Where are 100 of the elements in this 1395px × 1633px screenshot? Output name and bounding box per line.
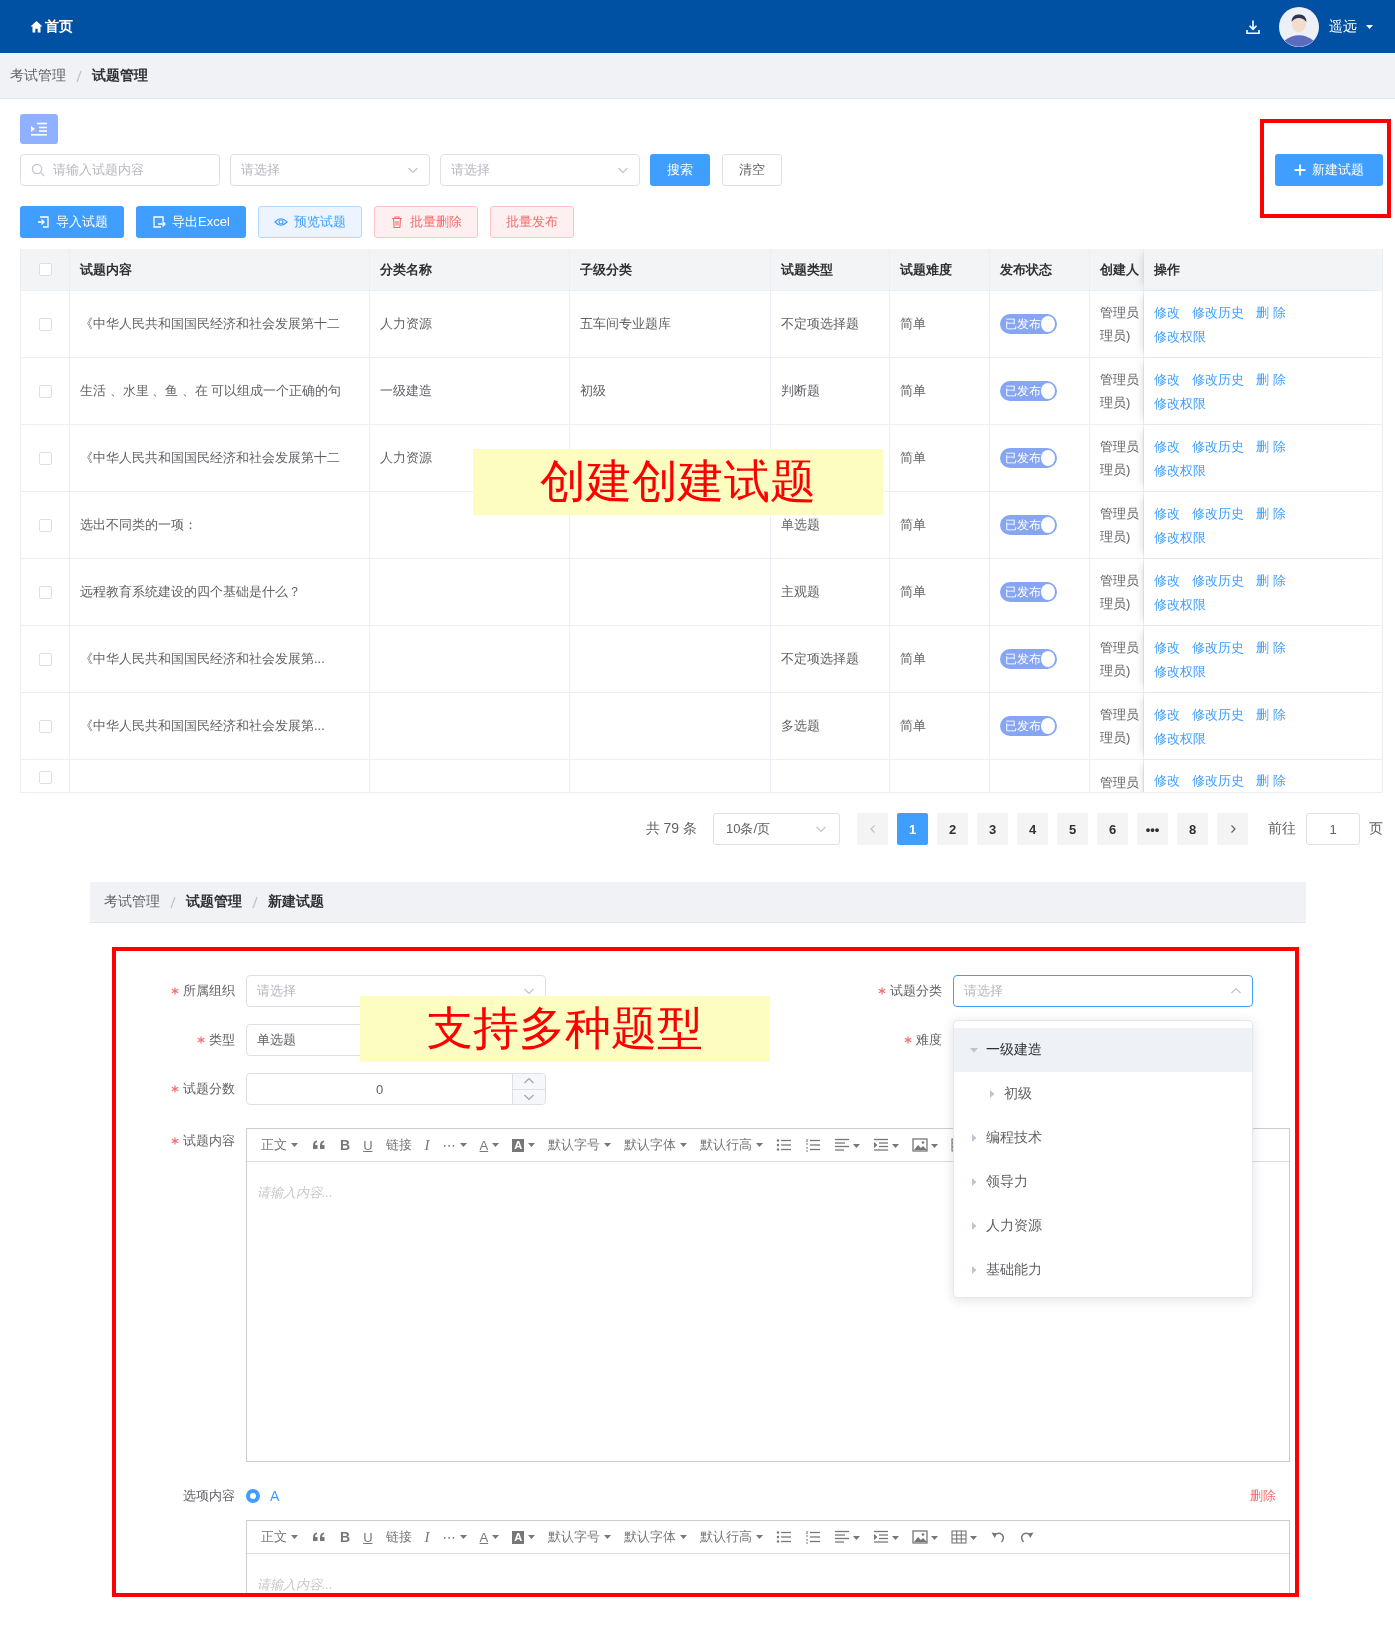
radio-button[interactable] bbox=[246, 1489, 260, 1503]
page-button[interactable]: ••• bbox=[1137, 813, 1168, 845]
action-link[interactable]: 修改权限 bbox=[1154, 460, 1206, 480]
page-button[interactable]: 4 bbox=[1017, 813, 1048, 845]
action-link[interactable]: 修改历史 bbox=[1192, 771, 1244, 790]
action-link[interactable]: 修改历史 bbox=[1192, 570, 1244, 590]
page-button[interactable]: 6 bbox=[1097, 813, 1128, 845]
delete-link[interactable]: 删除 bbox=[1250, 1487, 1276, 1505]
action-link[interactable]: 修改 bbox=[1154, 436, 1180, 456]
action-link[interactable]: 修改 bbox=[1154, 302, 1180, 322]
action-link[interactable]: 修改历史 bbox=[1192, 503, 1244, 523]
numbered-list-icon[interactable] bbox=[805, 1137, 822, 1153]
select-field[interactable]: 请选择 bbox=[230, 154, 430, 186]
indent-icon[interactable] bbox=[873, 1137, 900, 1153]
page-size-select[interactable]: 10条/页 bbox=[713, 813, 840, 845]
tree-item[interactable]: 基础能力 bbox=[954, 1248, 1252, 1292]
action-link[interactable]: 删 除 bbox=[1256, 302, 1286, 322]
action-link[interactable]: 修改权限 bbox=[1154, 728, 1206, 748]
batch-button[interactable]: 批量删除 bbox=[373, 206, 478, 238]
indent-icon[interactable] bbox=[873, 1529, 900, 1545]
toolbar-dropdown[interactable]: 默认字号 bbox=[548, 1136, 612, 1154]
select-field[interactable]: 请选择 bbox=[440, 154, 640, 186]
tree-item[interactable]: 人力资源 bbox=[954, 1204, 1252, 1248]
action-link[interactable]: 修改权限 bbox=[1154, 393, 1206, 413]
action-link[interactable]: 删 除 bbox=[1256, 637, 1286, 657]
toolbar-dropdown[interactable]: 默认行高 bbox=[700, 1528, 764, 1546]
select-field[interactable]: 请选择 bbox=[953, 975, 1253, 1007]
new-question-button[interactable]: 新建试题 bbox=[1275, 154, 1383, 186]
toolbar-dropdown[interactable]: 默认字号 bbox=[548, 1528, 612, 1546]
action-link[interactable]: 删 除 bbox=[1256, 704, 1286, 724]
bold-button[interactable]: B bbox=[340, 1137, 351, 1153]
page-button[interactable]: 3 bbox=[977, 813, 1008, 845]
row-checkbox[interactable] bbox=[38, 384, 52, 398]
redo-icon[interactable] bbox=[1019, 1529, 1036, 1545]
italic-button[interactable]: I bbox=[424, 1136, 430, 1154]
select-all-checkbox[interactable] bbox=[38, 263, 52, 276]
row-checkbox[interactable] bbox=[38, 585, 52, 599]
image-icon[interactable] bbox=[912, 1137, 939, 1153]
action-link[interactable]: 删 除 bbox=[1256, 369, 1286, 389]
font-color-button[interactable]: A bbox=[479, 1529, 500, 1545]
action-link[interactable]: 修改历史 bbox=[1192, 704, 1244, 724]
action-link[interactable]: 删 除 bbox=[1256, 436, 1286, 456]
action-link[interactable]: 修改历史 bbox=[1192, 436, 1244, 456]
tree-item[interactable]: 初级 bbox=[954, 1072, 1252, 1116]
numbered-list-icon[interactable] bbox=[805, 1529, 822, 1545]
action-link[interactable]: 修改权限 bbox=[1154, 661, 1206, 681]
action-link[interactable]: 修改 bbox=[1154, 503, 1180, 523]
action-link[interactable]: 修改权限 bbox=[1154, 326, 1206, 346]
avatar[interactable] bbox=[1279, 6, 1319, 47]
bulleted-list-icon[interactable] bbox=[776, 1137, 793, 1153]
italic-button[interactable]: I bbox=[424, 1528, 430, 1546]
breadcrumb-item[interactable]: 试题管理 bbox=[92, 66, 148, 85]
status-switch[interactable]: 已发布 bbox=[1000, 381, 1057, 401]
row-checkbox[interactable] bbox=[38, 518, 52, 532]
status-switch[interactable]: 已发布 bbox=[1000, 649, 1057, 669]
action-link[interactable]: 修改历史 bbox=[1192, 369, 1244, 389]
action-link[interactable]: 修改历史 bbox=[1192, 302, 1244, 322]
bold-button[interactable]: B bbox=[340, 1529, 351, 1545]
tree-item[interactable]: 一级建造 bbox=[954, 1028, 1252, 1072]
align-icon[interactable] bbox=[834, 1529, 861, 1545]
breadcrumb-item[interactable]: 考试管理 bbox=[104, 893, 160, 911]
action-link[interactable]: 修改 bbox=[1154, 704, 1180, 724]
toolbar-dropdown[interactable]: ⋯ bbox=[442, 1529, 467, 1545]
page-button[interactable]: 1 bbox=[897, 813, 928, 845]
breadcrumb-item[interactable]: 新建试题 bbox=[268, 893, 324, 911]
user-name[interactable]: 遥远 bbox=[1329, 17, 1357, 36]
action-link[interactable]: 修改 bbox=[1154, 570, 1180, 590]
align-icon[interactable] bbox=[834, 1137, 861, 1153]
toolbar-button[interactable]: 导出Excel bbox=[136, 206, 246, 238]
table-icon[interactable] bbox=[951, 1529, 978, 1545]
toolbar-dropdown[interactable]: ⋯ bbox=[442, 1137, 467, 1153]
action-link[interactable]: 删 除 bbox=[1256, 570, 1286, 590]
status-switch[interactable]: 已发布 bbox=[1000, 582, 1057, 602]
search-button[interactable]: 搜索 bbox=[650, 154, 710, 186]
status-switch[interactable]: 已发布 bbox=[1000, 515, 1057, 535]
clear-button[interactable]: 清空 bbox=[722, 154, 782, 186]
page-input[interactable]: 1 bbox=[1306, 813, 1360, 845]
action-link[interactable]: 修改 bbox=[1154, 369, 1180, 389]
undo-icon[interactable] bbox=[990, 1529, 1007, 1545]
download-icon[interactable] bbox=[1245, 18, 1261, 35]
font-color-button[interactable]: A bbox=[479, 1137, 500, 1153]
toolbar-dropdown[interactable]: 默认行高 bbox=[700, 1136, 764, 1154]
breadcrumb-item[interactable]: 试题管理 bbox=[186, 893, 242, 911]
image-icon[interactable] bbox=[912, 1529, 939, 1545]
toolbar-dropdown[interactable]: 默认字体 bbox=[624, 1528, 688, 1546]
row-checkbox[interactable] bbox=[38, 652, 52, 666]
row-checkbox[interactable] bbox=[38, 771, 52, 784]
action-link[interactable]: 删 除 bbox=[1256, 503, 1286, 523]
underline-button[interactable]: U bbox=[363, 1137, 373, 1153]
row-checkbox[interactable] bbox=[38, 317, 52, 331]
preview-button[interactable]: 预览试题 bbox=[257, 206, 362, 238]
toolbar-dropdown[interactable]: 正文 bbox=[261, 1528, 298, 1546]
link-button[interactable]: 链接 bbox=[385, 1136, 412, 1154]
row-checkbox[interactable] bbox=[38, 719, 52, 733]
home-link[interactable]: 首页 bbox=[30, 17, 73, 36]
status-switch[interactable]: 已发布 bbox=[1000, 448, 1057, 468]
action-link[interactable]: 修改权限 bbox=[1154, 527, 1206, 547]
toolbar-dropdown[interactable]: 默认字体 bbox=[624, 1136, 688, 1154]
toolbar-button[interactable]: 导入试题 bbox=[20, 206, 124, 238]
row-checkbox[interactable] bbox=[38, 451, 52, 465]
